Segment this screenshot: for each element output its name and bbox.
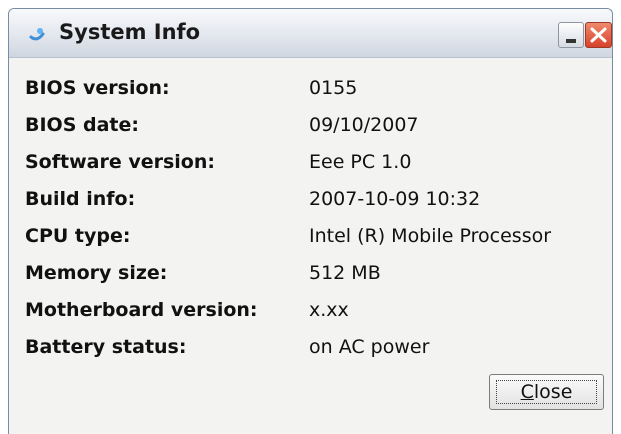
close-label-rest: lose (533, 381, 573, 403)
minimize-button[interactable] (558, 22, 584, 48)
close-button[interactable]: Close (489, 374, 604, 410)
close-window-button[interactable] (585, 22, 612, 48)
info-label: Memory size: (25, 262, 168, 284)
info-label: Build info: (25, 188, 136, 210)
close-mnemonic: C (520, 381, 534, 403)
minimize-icon (566, 39, 576, 43)
info-value: x.xx (309, 299, 349, 321)
info-value: 2007-10-09 10:32 (309, 188, 481, 210)
window-title: System Info (59, 20, 201, 44)
info-label: CPU type: (25, 225, 131, 247)
info-panel: BIOS version: 0155 BIOS date: 09/10/2007… (9, 58, 612, 434)
info-value: 0155 (309, 77, 358, 99)
sysinfo-icon (29, 28, 45, 41)
info-value: Intel (R) Mobile Processor (309, 225, 552, 247)
info-value: 512 MB (309, 262, 381, 284)
info-value: 09/10/2007 (309, 114, 419, 136)
close-icon (590, 27, 607, 43)
info-value: Eee PC 1.0 (309, 151, 412, 173)
info-label: BIOS date: (25, 114, 139, 136)
info-label: BIOS version: (25, 77, 170, 99)
info-label: Software version: (25, 151, 215, 173)
info-value: on AC power (309, 336, 430, 358)
close-button-label: Close (521, 381, 573, 403)
system-info-window: System Info BIOS version: 0155 BIOS date… (8, 8, 613, 434)
title-bar[interactable]: System Info (9, 9, 612, 58)
info-label: Battery status: (25, 336, 187, 358)
info-label: Motherboard version: (25, 299, 258, 321)
